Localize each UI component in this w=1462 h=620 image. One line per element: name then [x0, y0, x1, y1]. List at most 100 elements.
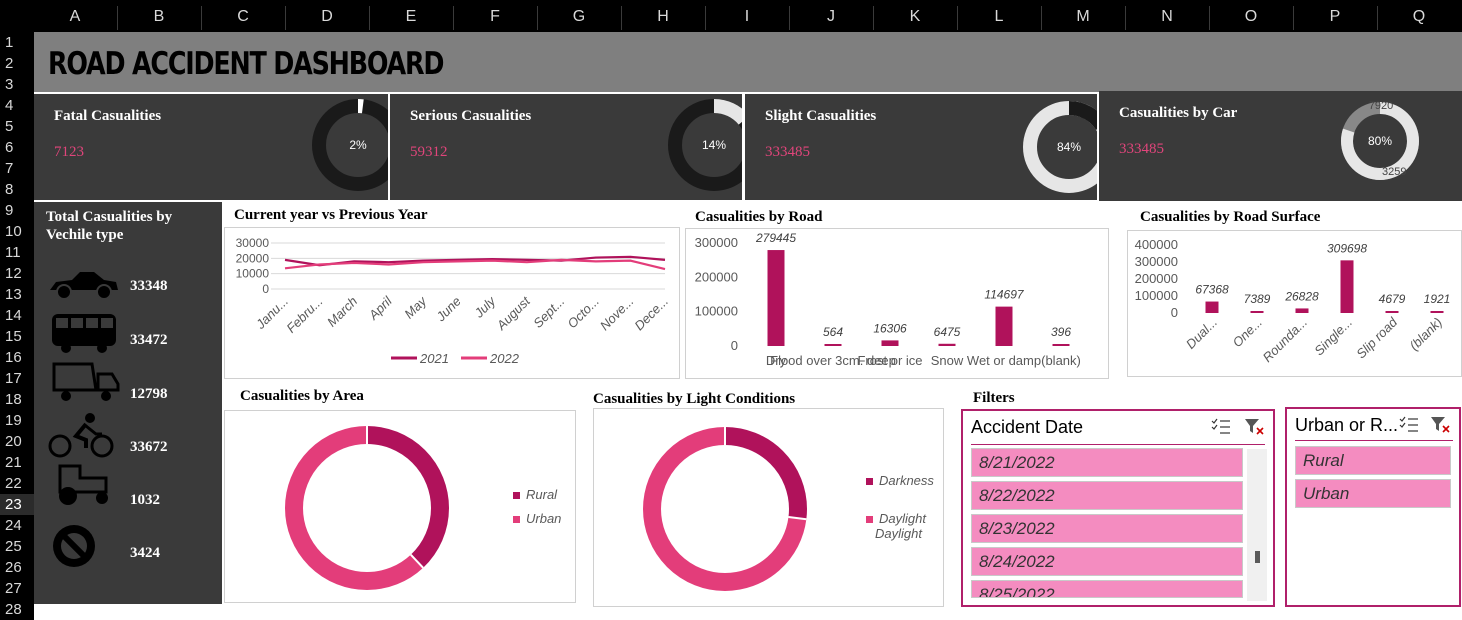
y-tick-label: 0 — [1171, 305, 1178, 320]
data-label: 309698 — [1327, 241, 1367, 255]
data-label: 279445 — [755, 231, 796, 245]
y-tick-label: 300000 — [1135, 254, 1178, 269]
row-number: 5 — [5, 118, 14, 135]
surface-bar-chart: 400000 300000 200000 100000 0 67368 Dual... 738… — [1127, 230, 1462, 377]
row-number: 7 — [5, 160, 14, 177]
y-tick-label: 100000 — [695, 304, 738, 319]
row-number: 6 — [5, 139, 14, 156]
column-separator — [369, 6, 370, 30]
y-tick-label: 400000 — [1135, 237, 1178, 252]
slicer-item-date[interactable]: 8/25/2022 — [971, 580, 1243, 598]
y-tick-label: 200000 — [1135, 271, 1178, 286]
row-number: 2 — [5, 55, 14, 72]
bar — [1385, 311, 1399, 313]
row-number: 21 — [5, 454, 22, 471]
vehicle-panel-title: Total Casualities by Vechile type — [46, 209, 173, 243]
bus-icon — [52, 314, 116, 353]
column-separator — [537, 6, 538, 30]
y-tick-label: 200000 — [695, 269, 738, 284]
y-tick-label: 10000 — [236, 267, 270, 281]
x-tick-label: April — [365, 293, 395, 323]
row-number: 23 — [0, 494, 34, 515]
y-tick-label: 30000 — [236, 236, 270, 250]
y-tick-label: 100000 — [1135, 288, 1178, 303]
slicer-item-date[interactable]: 8/22/2022 — [971, 481, 1243, 510]
slicer-item-rural[interactable]: Rural — [1295, 446, 1451, 475]
legend-label: 2021 — [419, 351, 449, 366]
clear-filter-icon[interactable] — [1243, 417, 1265, 435]
bar — [995, 306, 1013, 346]
bar — [824, 344, 842, 346]
bus-casualties-value: 33472 — [130, 332, 168, 348]
bar — [1052, 344, 1070, 346]
x-tick-label: May — [401, 292, 430, 321]
x-tick-label: Dece... — [631, 294, 671, 334]
y-tick-label: 0 — [731, 338, 738, 353]
surface-chart-title: Casualities by Road Surface — [1140, 209, 1321, 225]
column-separator — [621, 6, 622, 30]
column-separator — [873, 6, 874, 30]
kpi-small-label: 7920 — [1369, 100, 1393, 112]
kpi-card: Fatal Casualities 7123 2% — [34, 94, 388, 200]
other-casualties-value: 3424 — [130, 545, 160, 561]
x-tick-label: Single... — [1311, 315, 1355, 359]
legend-daylight-extra: Daylight — [875, 526, 922, 541]
bar — [1340, 260, 1354, 313]
kpi-percent: 84% — [1057, 140, 1081, 154]
bar — [767, 250, 785, 346]
x-tick-label: Slip road — [1353, 314, 1400, 361]
column-letter-M: M — [1076, 8, 1090, 25]
row-number: 13 — [5, 286, 22, 303]
column-letter-C: C — [237, 8, 249, 25]
column-separator — [201, 6, 202, 30]
column-separator — [285, 6, 286, 30]
x-tick-label: Febru... — [283, 294, 325, 336]
kpi-percent: 80% — [1368, 134, 1392, 148]
column-letter-O: O — [1244, 8, 1258, 25]
legend-daylight: Daylight — [866, 511, 926, 526]
slicer-item-date[interactable]: 8/23/2022 — [971, 514, 1243, 543]
yoy-line-chart: 30000 20000 10000 0 Janu... Febru... March Apri… — [224, 227, 680, 379]
tractor-casualties-value: 1032 — [130, 492, 160, 508]
truck-icon — [52, 362, 120, 401]
bar — [1295, 308, 1309, 313]
row-number: 18 — [5, 391, 22, 408]
legend-darkness: Darkness — [866, 473, 934, 488]
column-separator — [957, 6, 958, 30]
x-tick-label: Snow — [931, 353, 964, 368]
kpi-card: Casualities by Car 333485 80% 7920 3259 — [1099, 91, 1462, 201]
row-number: 11 — [5, 244, 21, 261]
truck-casualties-value: 12798 — [130, 386, 168, 402]
column-letter-E: E — [405, 8, 417, 25]
x-tick-label: Octo... — [564, 294, 602, 332]
kpi-donut: 2% — [312, 99, 388, 191]
column-letter-B: B — [153, 8, 165, 25]
scrollbar-thumb[interactable] — [1255, 551, 1260, 563]
road-bar-chart: 300000 200000 100000 0 279445 Dry 564 Flood ove… — [685, 228, 1109, 379]
row-number: 16 — [5, 349, 22, 366]
column-letter-I: I — [744, 8, 750, 25]
column-separator — [1125, 6, 1126, 30]
x-tick-label: July — [471, 292, 500, 321]
multi-select-icon[interactable] — [1398, 415, 1420, 433]
row-number: 24 — [5, 517, 22, 534]
column-separator — [117, 6, 118, 30]
x-tick-label: Dual... — [1183, 315, 1220, 352]
title-bar: ROAD ACCIDENT DASHBOARD — [34, 32, 1462, 92]
row-number: 28 — [5, 601, 22, 618]
x-tick-label: Rounda... — [1260, 315, 1310, 365]
multi-select-icon[interactable] — [1210, 417, 1232, 435]
slicer-item-date[interactable]: 8/24/2022 — [971, 547, 1243, 576]
slicer-item-urban[interactable]: Urban — [1295, 479, 1451, 508]
slicer-item-date[interactable]: 8/21/2022 — [971, 448, 1243, 477]
date-slicer-scrollbar[interactable] — [1247, 449, 1267, 601]
kpi-card: Slight Casualities 333485 84% — [745, 94, 1097, 200]
row-header-bar: 1 2 3 4 5 6 7 8 9 10 11 12 13 14 15 16 17 18 19 20 21 22 23 24 2… — [0, 32, 34, 620]
column-separator — [705, 6, 706, 30]
column-separator — [1041, 6, 1042, 30]
clear-filter-icon[interactable] — [1429, 415, 1451, 433]
row-number: 3 — [5, 76, 14, 93]
kpi-donut: 84% — [1023, 101, 1097, 193]
vehicle-type-panel: Total Casualities by Vechile type 33348 … — [34, 202, 222, 604]
column-separator — [789, 6, 790, 30]
